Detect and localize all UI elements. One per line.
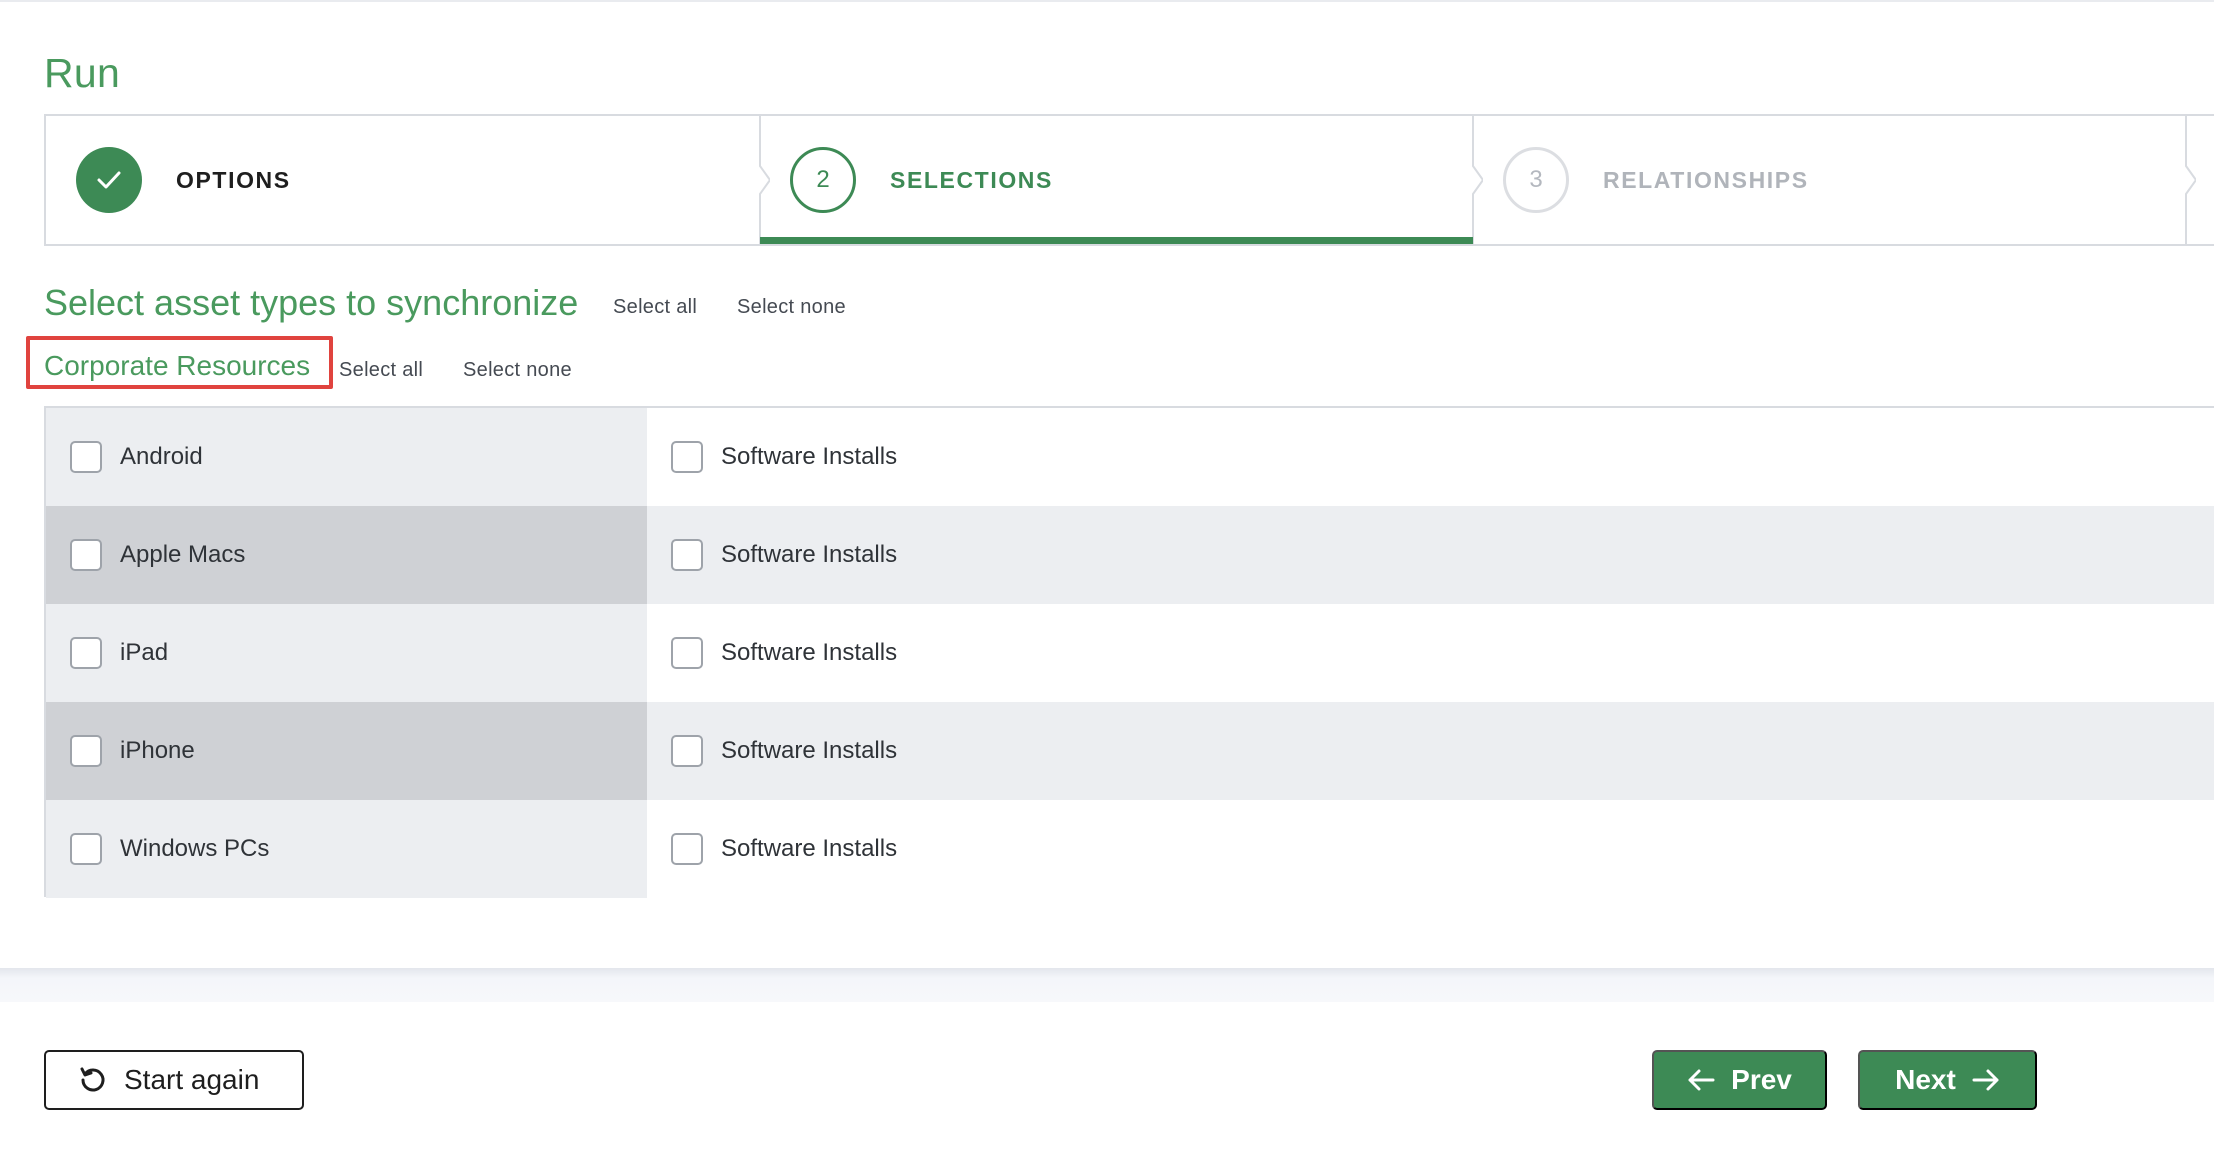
sub-asset-checkbox[interactable] bbox=[671, 637, 703, 669]
sub-asset-label: Software Installs bbox=[721, 443, 898, 470]
select-none-link[interactable]: Select none bbox=[737, 296, 846, 319]
sub-asset-checkbox[interactable] bbox=[671, 539, 703, 571]
step-relationships[interactable]: 3 RELATIONSHIPS bbox=[1473, 116, 2186, 244]
step-number-badge: 3 bbox=[1503, 147, 1569, 213]
top-divider bbox=[0, 0, 2214, 2]
sub-asset-label: Software Installs bbox=[721, 639, 898, 666]
asset-cell[interactable]: iPhone bbox=[46, 702, 647, 800]
sub-asset-cell[interactable]: Software Installs bbox=[647, 702, 2214, 800]
asset-checkbox[interactable] bbox=[70, 441, 102, 473]
sub-asset-checkbox[interactable] bbox=[671, 735, 703, 767]
prev-button[interactable]: Prev bbox=[1652, 1050, 1827, 1110]
asset-label: iPhone bbox=[120, 737, 195, 764]
asset-label: iPad bbox=[120, 639, 169, 666]
arrow-right-icon bbox=[1972, 1068, 2000, 1092]
asset-cell[interactable]: Apple Macs bbox=[46, 506, 647, 604]
asset-label: Apple Macs bbox=[120, 541, 246, 568]
wizard-stepper: OPTIONS 2 SELECTIONS 3 RELATIONSHIPS bbox=[44, 114, 2214, 246]
content-footer-divider bbox=[0, 968, 2214, 1002]
table-row: iPad Software Installs bbox=[46, 604, 2214, 702]
asset-cell[interactable]: iPad bbox=[46, 604, 647, 702]
sub-asset-checkbox[interactable] bbox=[671, 441, 703, 473]
table-row: Windows PCs Software Installs bbox=[46, 800, 2214, 898]
step-relationships-label: RELATIONSHIPS bbox=[1603, 166, 1809, 193]
asset-checkbox[interactable] bbox=[70, 735, 102, 767]
table-row: Android Software Installs bbox=[46, 408, 2214, 506]
arrow-left-icon bbox=[1687, 1068, 1715, 1092]
group-title: Corporate Resources bbox=[44, 350, 311, 381]
sub-asset-label: Software Installs bbox=[721, 835, 898, 862]
asset-cell[interactable]: Android bbox=[46, 408, 647, 506]
group-select-all-link[interactable]: Select all bbox=[339, 359, 423, 382]
asset-checkbox[interactable] bbox=[70, 539, 102, 571]
asset-checkbox[interactable] bbox=[70, 637, 102, 669]
start-again-button[interactable]: Start again bbox=[44, 1050, 304, 1110]
page-title: Run bbox=[44, 50, 121, 96]
asset-type-table: Android Software Installs Apple Macs Sof… bbox=[44, 406, 2214, 898]
step-selections-label: SELECTIONS bbox=[890, 166, 1053, 193]
sub-asset-label: Software Installs bbox=[721, 737, 898, 764]
asset-cell[interactable]: Windows PCs bbox=[46, 800, 647, 898]
start-again-label: Start again bbox=[124, 1064, 260, 1095]
step-separator bbox=[2176, 116, 2196, 244]
step-options-label: OPTIONS bbox=[176, 166, 291, 193]
asset-checkbox[interactable] bbox=[70, 833, 102, 865]
sub-asset-cell[interactable]: Software Installs bbox=[647, 800, 2214, 898]
step-selections[interactable]: 2 SELECTIONS bbox=[760, 116, 1473, 244]
prev-label: Prev bbox=[1731, 1064, 1792, 1095]
table-row: Apple Macs Software Installs bbox=[46, 506, 2214, 604]
sub-asset-label: Software Installs bbox=[721, 541, 898, 568]
section-title: Select asset types to synchronize bbox=[44, 282, 579, 323]
sub-asset-cell[interactable]: Software Installs bbox=[647, 506, 2214, 604]
group-select-none-link[interactable]: Select none bbox=[463, 359, 572, 382]
active-step-indicator bbox=[760, 237, 1473, 244]
next-button[interactable]: Next bbox=[1858, 1050, 2037, 1110]
sub-asset-cell[interactable]: Software Installs bbox=[647, 408, 2214, 506]
step-number-badge: 2 bbox=[790, 147, 856, 213]
next-label: Next bbox=[1895, 1064, 1956, 1095]
asset-label: Windows PCs bbox=[120, 835, 270, 862]
table-row: iPhone Software Installs bbox=[46, 702, 2214, 800]
check-icon bbox=[76, 147, 142, 213]
asset-label: Android bbox=[120, 443, 203, 470]
sub-asset-cell[interactable]: Software Installs bbox=[647, 604, 2214, 702]
step-options[interactable]: OPTIONS bbox=[46, 116, 760, 244]
sub-asset-checkbox[interactable] bbox=[671, 833, 703, 865]
select-all-link[interactable]: Select all bbox=[613, 296, 697, 319]
undo-icon bbox=[78, 1065, 108, 1095]
